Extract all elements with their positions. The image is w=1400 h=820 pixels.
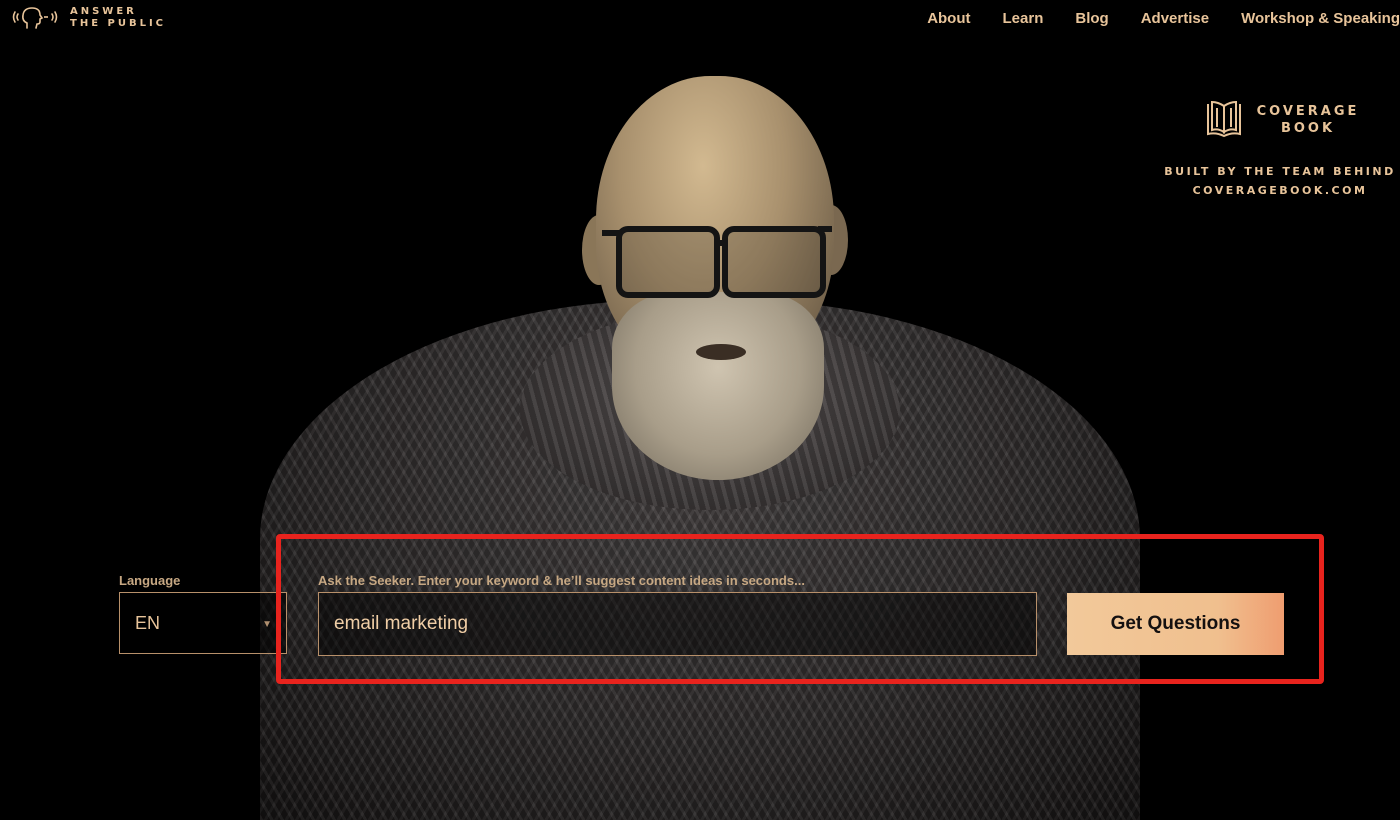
speaking-head-icon (12, 7, 58, 29)
coveragebook-logo: COVERAGE BOOK (1164, 100, 1400, 140)
coveragebook-tagline: BUILT BY THE TEAM BEHIND (1164, 165, 1396, 178)
nav-about[interactable]: About (911, 8, 986, 30)
coveragebook-name-line2: BOOK (1280, 121, 1336, 136)
seeker-glasses (602, 216, 832, 298)
seeker-beard (612, 292, 824, 480)
nav-advertise[interactable]: Advertise (1125, 8, 1225, 30)
keyword-input[interactable] (318, 592, 1037, 656)
logo-text-line2: THE PUBLIC (70, 18, 167, 29)
language-label: Language (119, 573, 181, 588)
logo-text-line1: ANSWER (70, 6, 137, 17)
coveragebook-name: COVERAGE BOOK (1257, 103, 1360, 137)
coveragebook-promo[interactable]: COVERAGE BOOK BUILT BY THE TEAM BEHIND C… (1160, 100, 1400, 200)
coveragebook-url: COVERAGEBOOK.COM (1192, 184, 1368, 197)
open-book-icon (1206, 100, 1241, 138)
logo-text: ANSWER THE PUBLIC (70, 6, 166, 30)
language-value: EN (135, 612, 161, 633)
seeker-mouth (696, 344, 746, 360)
nav-learn[interactable]: Learn (987, 8, 1060, 30)
answer-the-public-logo[interactable]: ANSWER THE PUBLIC (10, 3, 166, 33)
keyword-label: Ask the Seeker. Enter your keyword & he’… (318, 573, 805, 588)
nav-blog[interactable]: Blog (1059, 8, 1124, 30)
dropdown-caret-icon: ▼ (262, 619, 272, 630)
coveragebook-name-line1: COVERAGE (1256, 104, 1360, 119)
language-select[interactable]: EN ▼ (119, 592, 287, 654)
top-nav: About Learn Blog Advertise Workshop & Sp… (911, 8, 1400, 30)
get-questions-button[interactable]: Get Questions (1067, 593, 1284, 655)
nav-workshop-speaking[interactable]: Workshop & Speaking (1225, 8, 1400, 30)
